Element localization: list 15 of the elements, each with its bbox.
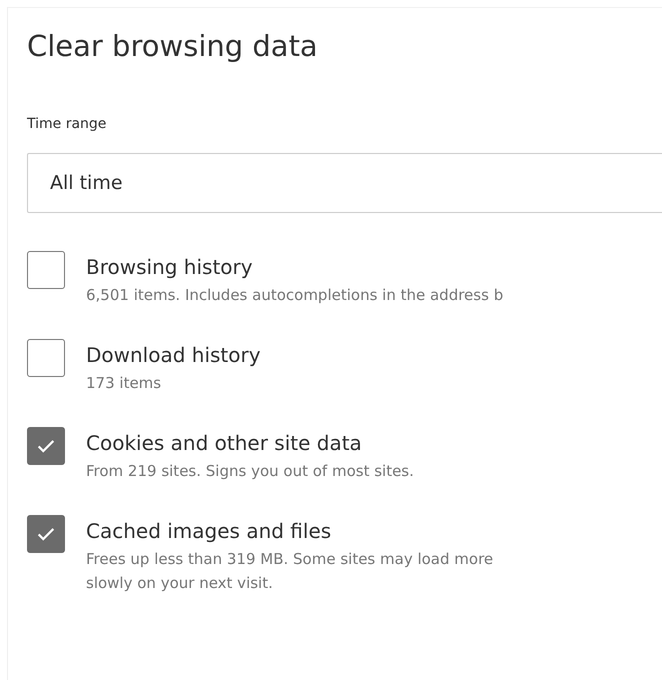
option-description: From 219 sites. Signs you out of most sites. [86, 461, 415, 482]
time-range-label: Time range [27, 116, 106, 132]
option-label: Download history [86, 343, 261, 367]
checkbox[interactable] [27, 515, 65, 553]
checkbox[interactable] [27, 251, 65, 289]
checkbox[interactable] [27, 427, 65, 465]
option-label: Cached images and files [86, 519, 332, 543]
option-label: Cookies and other site data [86, 431, 362, 455]
option-description: 173 items [86, 373, 162, 394]
option-label: Browsing history [86, 255, 253, 279]
dialog-title: Clear browsing data [27, 28, 318, 64]
option-description: 6,501 items. Includes autocompletions in the address b [86, 285, 504, 306]
time-range-dropdown[interactable]: All time [27, 153, 662, 213]
option-description: Frees up less than 319 MB. Some sites may load more slowly on your next visit. [86, 549, 494, 594]
checkbox[interactable] [27, 339, 65, 377]
